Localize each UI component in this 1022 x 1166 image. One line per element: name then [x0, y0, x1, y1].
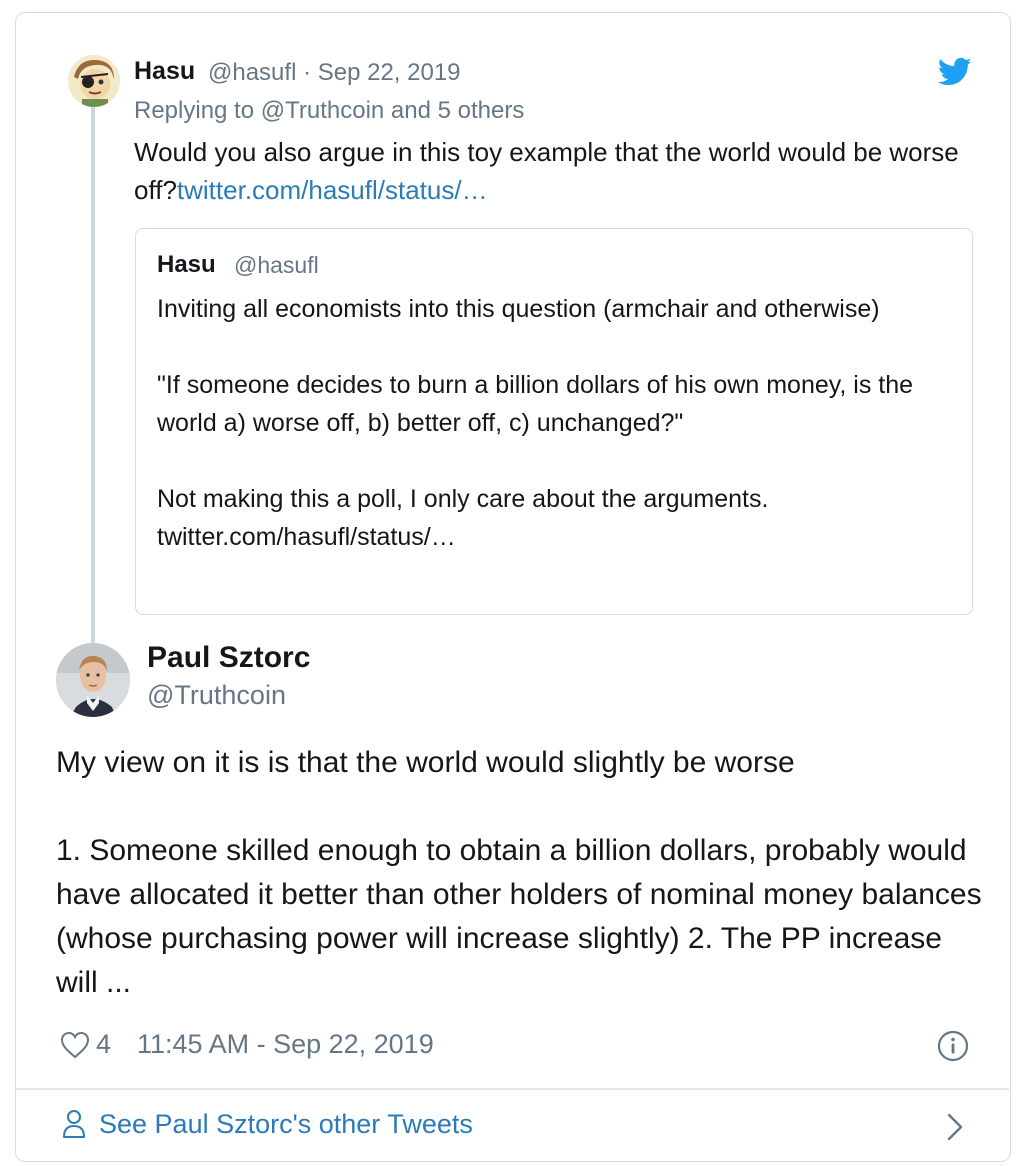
thread-connector-line: [91, 105, 95, 649]
reply-author-name[interactable]: Hasu: [134, 57, 195, 86]
paul-sztorc-avatar[interactable]: [56, 643, 130, 717]
embedded-tweet-card: Hasu @hasufl · Sep 22, 2019 Replying to …: [15, 12, 1011, 1162]
heart-icon[interactable]: [60, 1031, 90, 1059]
see-other-tweets-label[interactable]: See Paul Sztorc's other Tweets: [99, 1109, 473, 1140]
quote-author-name: Hasu: [157, 251, 216, 278]
main-author-name[interactable]: Paul Sztorc: [147, 641, 310, 675]
info-icon[interactable]: [937, 1030, 969, 1062]
like-count[interactable]: 4: [96, 1029, 111, 1060]
reply-tweet-text: Would you also argue in this toy example…: [134, 133, 974, 209]
person-icon: [63, 1110, 85, 1138]
quote-paragraph: Not making this a poll, I only care abou…: [157, 485, 769, 551]
main-tweet-text: My view on it is is that the world would…: [56, 741, 986, 1005]
quote-text: Inviting all economists into this questi…: [157, 290, 957, 556]
twitter-bird-icon[interactable]: [938, 57, 972, 87]
quote-author-handle: @hasufl: [234, 252, 319, 278]
reply-author-meta[interactable]: @hasufl · Sep 22, 2019: [208, 59, 461, 87]
see-other-tweets-link[interactable]: See Paul Sztorc's other Tweets: [16, 1090, 1009, 1160]
reply-status-link[interactable]: twitter.com/hasufl/status/…: [177, 175, 488, 205]
quote-paragraph: "If someone decides to burn a billion do…: [157, 371, 914, 437]
chevron-right-icon[interactable]: [946, 1112, 964, 1142]
replying-to-label[interactable]: Replying to @Truthcoin and 5 others: [134, 97, 524, 125]
quote-paragraph: Inviting all economists into this questi…: [157, 295, 880, 323]
main-paragraph: 1. Someone skilled enough to obtain a bi…: [56, 834, 982, 999]
quoted-tweet[interactable]: Hasu @hasufl Inviting all economists int…: [135, 228, 973, 615]
hasu-avatar[interactable]: [68, 55, 120, 107]
main-paragraph: My view on it is is that the world would…: [56, 746, 795, 779]
main-author-handle[interactable]: @Truthcoin: [147, 680, 286, 711]
tweet-timestamp[interactable]: 11:45 AM - Sep 22, 2019: [137, 1029, 434, 1060]
